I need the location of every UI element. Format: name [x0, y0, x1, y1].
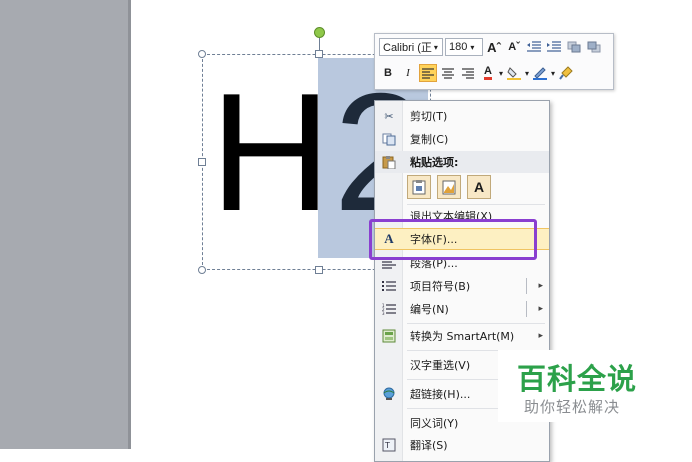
- menu-item-copy[interactable]: 复制(C): [375, 128, 549, 150]
- submenu-arrow-icon[interactable]: ▸: [538, 304, 543, 314]
- svg-text:3: 3: [382, 311, 385, 316]
- chevron-down-icon[interactable]: ▾: [525, 69, 529, 78]
- menu-item-label: 同义词(Y): [410, 417, 459, 430]
- menu-item-label: 粘贴选项:: [410, 156, 459, 169]
- scissors-icon: ✂: [384, 109, 394, 123]
- menu-item-label: 翻译(S): [410, 439, 448, 452]
- fill-color-icon[interactable]: [505, 64, 523, 82]
- font-color-letter: A: [484, 66, 492, 80]
- menu-item-convert-smartart[interactable]: 转换为 SmartArt(M) ▸: [375, 325, 549, 347]
- submenu-divider: [526, 278, 527, 294]
- menu-item-label: 复制(C): [410, 133, 449, 146]
- copy-icon: [381, 131, 397, 147]
- resize-handle-bottom[interactable]: [315, 266, 323, 274]
- resize-handle-top-left[interactable]: [198, 50, 206, 58]
- menu-item-label: 剪切(T): [410, 110, 448, 123]
- font-name-value: Calibri (正: [383, 42, 432, 54]
- mini-toolbar: Calibri (正 ▾ 180 ▾ Aˆ Aˇ B I A ▾ ▾ ▾: [374, 33, 614, 90]
- paste-keep-source-icon[interactable]: [407, 175, 431, 199]
- rotation-handle[interactable]: [314, 27, 325, 38]
- send-backward-icon[interactable]: [585, 38, 603, 56]
- format-painter-icon[interactable]: [557, 64, 575, 82]
- menu-item-translate[interactable]: T 翻译(S): [375, 434, 549, 456]
- font-color-button[interactable]: A: [479, 64, 497, 82]
- menu-item-label: 超链接(H)...: [410, 388, 471, 401]
- hyperlink-icon: [381, 386, 397, 402]
- font-size-combo[interactable]: 180 ▾: [445, 38, 483, 56]
- grow-font-button[interactable]: Aˆ: [485, 38, 503, 56]
- smartart-icon: [381, 328, 397, 344]
- font-size-value: 180: [449, 41, 468, 53]
- slide-thumbnail-pane: [0, 0, 128, 449]
- watermark-title: 百科全说: [517, 364, 638, 396]
- menu-item-label: 编号(N): [410, 303, 449, 316]
- menu-item-bullets[interactable]: 项目符号(B) ▸: [375, 275, 549, 297]
- chevron-down-icon[interactable]: ▾: [499, 69, 503, 78]
- bullets-icon: [381, 278, 397, 294]
- translate-icon: T: [381, 437, 397, 453]
- submenu-divider: [526, 301, 527, 317]
- paste-text-only-button[interactable]: A: [467, 175, 491, 199]
- paste-icon: [381, 154, 397, 170]
- align-center-icon[interactable]: [439, 64, 457, 82]
- align-left-icon[interactable]: [419, 64, 437, 82]
- resize-handle-top[interactable]: [315, 50, 323, 58]
- align-right-icon[interactable]: [459, 64, 477, 82]
- menu-item-cut[interactable]: ✂ 剪切(T): [375, 105, 549, 127]
- decrease-indent-icon[interactable]: [525, 38, 543, 56]
- menu-separator: [407, 323, 545, 324]
- resize-handle-bottom-left[interactable]: [198, 266, 206, 274]
- font-name-combo[interactable]: Calibri (正 ▾: [379, 38, 443, 56]
- shrink-font-button[interactable]: Aˇ: [505, 38, 523, 56]
- chevron-down-icon: ▾: [433, 42, 438, 52]
- paste-options-row: A: [407, 175, 491, 199]
- bold-button[interactable]: B: [379, 64, 397, 82]
- menu-item-label: 转换为 SmartArt(M): [410, 330, 515, 343]
- paste-picture-icon[interactable]: [437, 175, 461, 199]
- resize-handle-left[interactable]: [198, 158, 206, 166]
- menu-item-label: 汉字重选(V): [410, 359, 471, 372]
- submenu-arrow-icon[interactable]: ▸: [538, 281, 543, 291]
- bring-forward-icon[interactable]: [565, 38, 583, 56]
- numbering-icon: 123: [381, 301, 397, 317]
- menu-item-paste-options: 粘贴选项:: [375, 151, 549, 173]
- menu-item-label: 项目符号(B): [410, 280, 471, 293]
- submenu-arrow-icon[interactable]: ▸: [538, 331, 543, 341]
- watermark-subtitle: 助你轻松解决: [524, 398, 621, 416]
- highlight-annotation-box: [369, 219, 537, 260]
- menu-item-numbering[interactable]: 123 编号(N) ▸: [375, 298, 549, 320]
- increase-indent-icon[interactable]: [545, 38, 563, 56]
- chevron-down-icon: ▾: [470, 42, 475, 52]
- italic-button[interactable]: I: [399, 64, 417, 82]
- chevron-down-icon[interactable]: ▾: [551, 69, 555, 78]
- outline-color-icon[interactable]: [531, 64, 549, 82]
